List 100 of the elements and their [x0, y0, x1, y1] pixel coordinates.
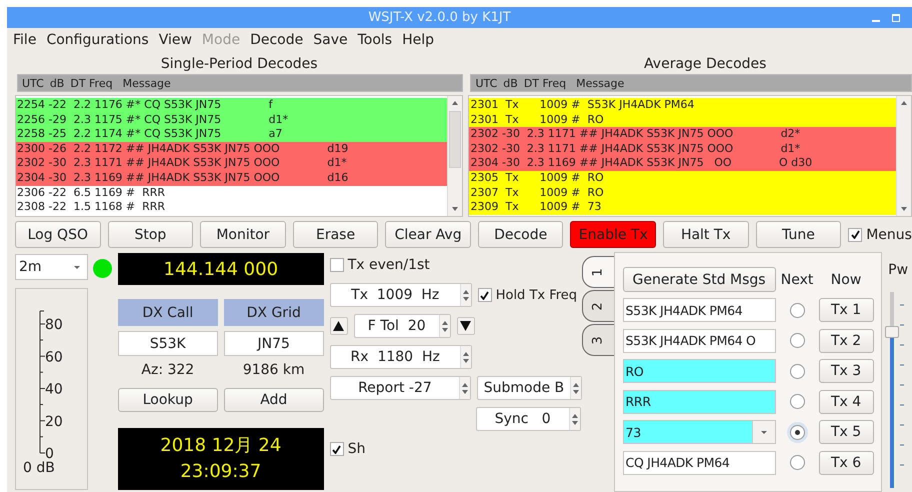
radio-button[interactable] — [790, 394, 805, 410]
checkbox[interactable] — [330, 258, 344, 272]
add-button[interactable]: Add — [224, 388, 324, 412]
power-label: Pw — [888, 262, 910, 278]
decode-row[interactable]: 2304 -30 2.3 1169 ## JH4ADK S53K JN75 OOO d16 — [16, 170, 448, 186]
radio-button[interactable] — [790, 424, 805, 440]
action-button[interactable]: Halt Tx — [663, 221, 749, 248]
menu-item[interactable]: View — [154, 32, 198, 48]
action-button[interactable]: Enable Tx — [570, 221, 656, 248]
column-header: Next — [780, 272, 814, 288]
up-triangle-icon — [333, 321, 344, 331]
report-spinbox[interactable]: Report -27 — [330, 376, 472, 400]
rx-frequency-spinbox[interactable]: Rx 1180 Hz — [330, 345, 472, 369]
action-button[interactable]: Stop — [108, 221, 194, 248]
tx-button[interactable]: Tx 4 — [818, 390, 874, 414]
maximize-icon[interactable] — [892, 14, 900, 22]
caret-icon — [73, 264, 81, 270]
slider-thumb[interactable] — [885, 326, 900, 338]
scale-label: 60 — [45, 349, 63, 366]
radio-button[interactable] — [790, 364, 805, 379]
decode-row[interactable]: 2300 -26 2.2 1172 ## JH4ADK S53K JN75 OOO d19 — [16, 142, 448, 156]
decode-row[interactable]: 2304 -30 2.3 1169 ## JH4ADK S53K JN75 OO O d30 — [469, 156, 896, 171]
tx-frequency-spinbox[interactable]: Tx 1009 Hz — [330, 283, 472, 307]
message-field[interactable]: CQ JH4ADK PM64 — [622, 450, 776, 475]
radio-button[interactable] — [790, 333, 805, 348]
message-field[interactable]: S53K JH4ADK PM64 — [622, 298, 776, 322]
lookup-button[interactable]: Lookup — [118, 388, 218, 412]
menu-item[interactable]: Save — [309, 32, 354, 48]
decode-row[interactable]: 2258 -25 2.2 1174 #* CQ S53K JN75 a7 — [16, 127, 448, 142]
checkbox-label: Hold Tx Freq — [496, 288, 578, 302]
message-field[interactable]: RO — [622, 359, 776, 384]
action-button[interactable]: Monitor — [200, 221, 286, 248]
decode-row[interactable]: 2301 Tx 1009 # S53K JH4ADK PM64 — [469, 98, 896, 113]
tx-button[interactable]: Tx 5 — [818, 420, 874, 444]
decode-row[interactable]: 2307 Tx 1009 # RO — [469, 186, 896, 200]
tx-button[interactable]: Tx 2 — [818, 328, 874, 353]
decode-row[interactable]: 2306 -22 6.5 1169 # RRR — [16, 186, 448, 200]
tx-button[interactable]: Tx 6 — [818, 450, 874, 475]
scale-label: 40 — [45, 382, 63, 398]
azimuth-text: Az: 322 — [140, 362, 196, 380]
action-button[interactable]: Erase — [292, 221, 378, 248]
menu-item[interactable]: Tools — [354, 32, 398, 48]
tolerance-spinbox[interactable]: F Tol 20 — [354, 314, 451, 338]
dx-call-label: DX Call — [118, 299, 218, 326]
submode-spinbox[interactable]: Submode B — [477, 376, 582, 400]
checkbox[interactable] — [330, 442, 344, 456]
decode-row[interactable]: 2302 -30 2.3 1171 ## JH4ADK S53K JN75 OOO d2* — [469, 127, 896, 142]
decode-row[interactable]: 2308 -22 1.5 1168 # RRR — [16, 200, 448, 215]
tab[interactable]: 3 — [582, 324, 614, 356]
action-button[interactable]: Decode — [478, 221, 564, 248]
checkbox-label: Menus — [866, 226, 912, 242]
tab[interactable]: 1 — [582, 256, 614, 288]
menu-item[interactable]: Decode — [246, 32, 310, 48]
time-text: 23:09:37 — [180, 460, 262, 484]
column-header: Message — [122, 76, 171, 90]
scrollbar[interactable] — [896, 96, 911, 216]
menu-item[interactable]: Help — [398, 32, 440, 48]
decode-row[interactable]: 2305 Tx 1009 # RO — [469, 170, 896, 186]
menu-item[interactable]: File — [9, 32, 42, 48]
action-button[interactable]: Tune — [756, 221, 842, 248]
band-dropdown[interactable]: 2m — [15, 254, 88, 280]
menu-item[interactable]: Configurations — [42, 32, 155, 48]
dx-grid-label: DX Grid — [224, 299, 324, 326]
column-header: dB — [503, 76, 518, 90]
meter-unit: 0 dB — [23, 460, 55, 476]
column-header: Message — [576, 76, 624, 90]
decode-row[interactable]: 2256 -29 2.3 1175 #* CQ S53K JN75 d1* — [16, 112, 448, 128]
column-header: DT Freq — [524, 76, 566, 90]
action-button[interactable]: Clear Avg — [385, 221, 471, 248]
action-button[interactable]: Log QSO — [15, 221, 101, 248]
tx-button[interactable]: Tx 1 — [818, 298, 874, 322]
decode-row[interactable]: 2302 -30 2.3 1171 ## JH4ADK S53K JN75 OOO d1* — [469, 142, 896, 156]
generate-button[interactable]: Generate Std Msgs — [622, 267, 776, 292]
column-header: dB — [50, 76, 64, 90]
down-triangle-button[interactable] — [456, 317, 475, 335]
radio-button[interactable] — [790, 455, 805, 470]
tab[interactable]: 2 — [582, 290, 614, 322]
up-triangle-button[interactable] — [330, 317, 348, 335]
decode-row[interactable]: 2302 -30 2.3 1171 ## JH4ADK S53K JN75 OOO d1* — [16, 156, 448, 171]
dx-grid-field[interactable]: JN75 — [224, 331, 324, 356]
radio-button[interactable] — [790, 302, 805, 318]
frequency-display: 144.144 000 — [118, 253, 324, 285]
dx-call-field[interactable]: S53K — [118, 331, 218, 356]
message-dropdown[interactable]: 73 — [622, 420, 776, 444]
decode-row[interactable]: 2301 Tx 1009 # RO — [469, 112, 896, 128]
panel-title: Single-Period Decodes — [160, 55, 319, 74]
checkbox[interactable] — [848, 228, 862, 242]
message-field[interactable]: S53K JH4ADK PM64 O — [622, 328, 776, 353]
checkbox[interactable] — [478, 288, 492, 302]
scale-label: 80 — [45, 317, 63, 333]
power-slider[interactable] — [890, 292, 894, 488]
sync-spinbox[interactable]: Sync 0 — [476, 407, 581, 431]
scale-label: 20 — [45, 414, 63, 430]
tx-button[interactable]: Tx 3 — [818, 359, 874, 384]
decode-row[interactable]: 2309 Tx 1009 # 73 — [469, 200, 896, 215]
message-field[interactable]: RRR — [622, 390, 776, 414]
distance-text: 9186 km — [242, 362, 306, 380]
scrollbar[interactable] — [447, 96, 462, 216]
scale-label: 0 — [45, 446, 54, 462]
decode-row[interactable]: 2254 -22 2.2 1176 #* CQ S53K JN75 f — [16, 98, 448, 113]
